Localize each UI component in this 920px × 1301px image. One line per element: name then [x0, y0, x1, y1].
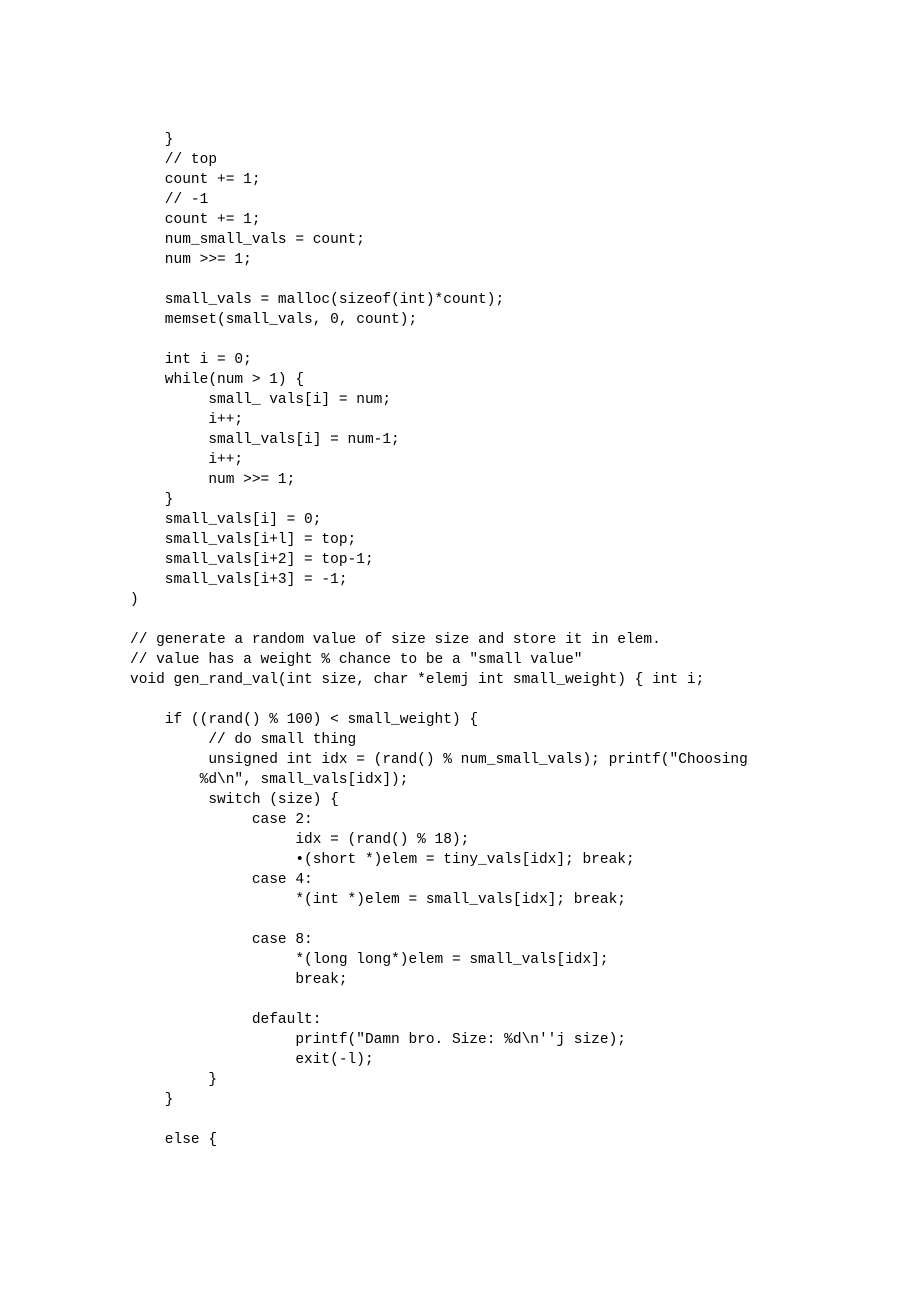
code-block: } // top count += 1; // -1 count += 1; n…: [130, 130, 920, 1150]
